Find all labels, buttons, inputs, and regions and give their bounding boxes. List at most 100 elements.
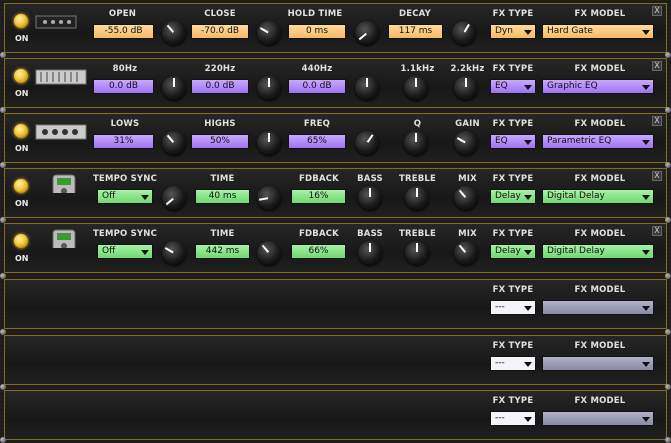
band-220hz-knob[interactable] [257, 76, 281, 100]
time-field[interactable]: 40 ms [195, 189, 250, 204]
tempo-sync-knob[interactable] [162, 241, 186, 265]
q-label: Q [413, 119, 422, 129]
band-80hz-knob[interactable] [162, 76, 186, 100]
chevron-down-icon [642, 140, 650, 145]
fx-type-select[interactable]: Delay [490, 244, 536, 259]
open-label: OPEN [108, 9, 137, 19]
on-label: ON [15, 254, 29, 263]
q-knob[interactable] [404, 131, 428, 155]
feedback-field[interactable]: 16% [291, 189, 346, 204]
band-220hz-label: 220Hz [204, 64, 236, 74]
gain-knob[interactable] [454, 131, 478, 155]
fx-type-value: --- [495, 358, 505, 368]
power-button[interactable] [14, 124, 28, 138]
fx-type-select[interactable]: --- [490, 300, 536, 315]
band-440hz-label: 440Hz [301, 64, 333, 74]
hold-time-knob[interactable] [355, 21, 379, 45]
treble-knob[interactable] [405, 186, 429, 210]
on-label: ON [15, 89, 29, 98]
time-knob[interactable] [257, 186, 281, 210]
lows-knob[interactable] [162, 131, 186, 155]
time-field[interactable]: 442 ms [195, 244, 250, 259]
fx-model-select[interactable]: Parametric EQ [542, 134, 654, 149]
fx-model-select[interactable]: Digital Delay [542, 189, 654, 204]
bass-knob[interactable] [358, 186, 382, 210]
fx-model-select[interactable]: Digital Delay [542, 244, 654, 259]
fx-model-label: FX MODEL [574, 285, 626, 295]
eq-unit-icon [35, 69, 87, 85]
lows-field[interactable]: 31% [93, 134, 154, 149]
fx-model-value: Parametric EQ [547, 136, 612, 146]
power-button[interactable] [14, 14, 28, 28]
chevron-down-icon [524, 30, 532, 35]
fx-model-select[interactable] [542, 300, 654, 315]
chevron-down-icon [642, 250, 650, 255]
band-220hz-field[interactable]: 0.0 dB [191, 79, 249, 94]
tempo-sync-select[interactable]: Off [97, 244, 153, 259]
power-button[interactable] [14, 179, 28, 193]
fx-type-select[interactable]: EQ [490, 134, 536, 149]
band-440hz-knob[interactable] [355, 76, 379, 100]
fx-type-select[interactable]: Dyn [490, 24, 536, 39]
close-field[interactable]: -70.0 dB [191, 24, 249, 39]
tempo-sync-knob[interactable] [162, 186, 186, 210]
fx-type-label: FX TYPE [492, 396, 534, 406]
fx-model-select[interactable] [542, 356, 654, 371]
highs-field[interactable]: 50% [191, 134, 249, 149]
fx-slot-4: ON TEMPO SYNC Off TIME 40 ms FDBACK 16% … [4, 168, 667, 218]
open-knob[interactable] [162, 21, 186, 45]
decay-knob[interactable] [452, 21, 476, 45]
close-icon[interactable]: X [652, 6, 662, 16]
tempo-sync-select[interactable]: Off [97, 189, 153, 204]
close-icon[interactable]: X [652, 116, 662, 126]
hold-time-field[interactable]: 0 ms [288, 24, 346, 39]
decay-field[interactable]: 117 ms [388, 24, 443, 39]
fx-model-select[interactable]: Hard Gate [542, 24, 654, 39]
fx-model-value: Digital Delay [547, 191, 605, 201]
rack-screw [665, 217, 671, 223]
chevron-down-icon [642, 306, 650, 311]
fx-type-label: FX TYPE [492, 285, 534, 295]
feedback-field[interactable]: 66% [291, 244, 346, 259]
band-80hz-field[interactable]: 0.0 dB [93, 79, 154, 94]
time-knob[interactable] [257, 241, 281, 265]
power-button[interactable] [14, 69, 28, 83]
mix-knob[interactable] [454, 186, 478, 210]
on-label: ON [15, 34, 29, 43]
tempo-sync-value: Off [102, 246, 116, 256]
fx-type-select[interactable]: --- [490, 411, 536, 426]
fx-type-label: FX TYPE [492, 64, 534, 74]
fx-model-select[interactable]: Graphic EQ [542, 79, 654, 94]
band-2-2khz-knob[interactable] [454, 76, 478, 100]
close-icon[interactable]: X [652, 171, 662, 181]
mix-knob[interactable] [454, 241, 478, 265]
treble-label: TREBLE [398, 229, 437, 239]
fx-type-select[interactable]: --- [490, 356, 536, 371]
bass-knob[interactable] [358, 241, 382, 265]
on-label: ON [15, 144, 29, 153]
close-knob[interactable] [257, 21, 281, 45]
band-440hz-field[interactable]: 0.0 dB [288, 79, 346, 94]
fx-slot-3: ON LOWS 31% HIGHS 50% FREQ 65% Q GAIN FX… [4, 113, 667, 163]
fx-type-select[interactable]: EQ [490, 79, 536, 94]
rack-screw [665, 273, 671, 279]
close-icon[interactable]: X [652, 61, 662, 71]
open-field[interactable]: -55.0 dB [93, 24, 154, 39]
freq-field[interactable]: 65% [288, 134, 346, 149]
rack-screw [0, 162, 6, 168]
fx-type-label: FX TYPE [492, 9, 534, 19]
freq-knob[interactable] [355, 131, 379, 155]
band-1-1khz-knob[interactable] [404, 76, 428, 100]
freq-label: FREQ [303, 119, 331, 129]
close-icon[interactable]: X [652, 226, 662, 236]
treble-knob[interactable] [405, 241, 429, 265]
fx-type-select[interactable]: Delay [490, 189, 536, 204]
fx-model-select[interactable] [542, 411, 654, 426]
band-2-2khz-label: 2.2kHz [450, 64, 485, 74]
mix-label: MIX [458, 229, 477, 239]
fx-model-label: FX MODEL [574, 396, 626, 406]
chevron-down-icon [524, 195, 532, 200]
highs-knob[interactable] [257, 131, 281, 155]
power-button[interactable] [14, 234, 28, 248]
fx-type-value: --- [495, 302, 505, 312]
